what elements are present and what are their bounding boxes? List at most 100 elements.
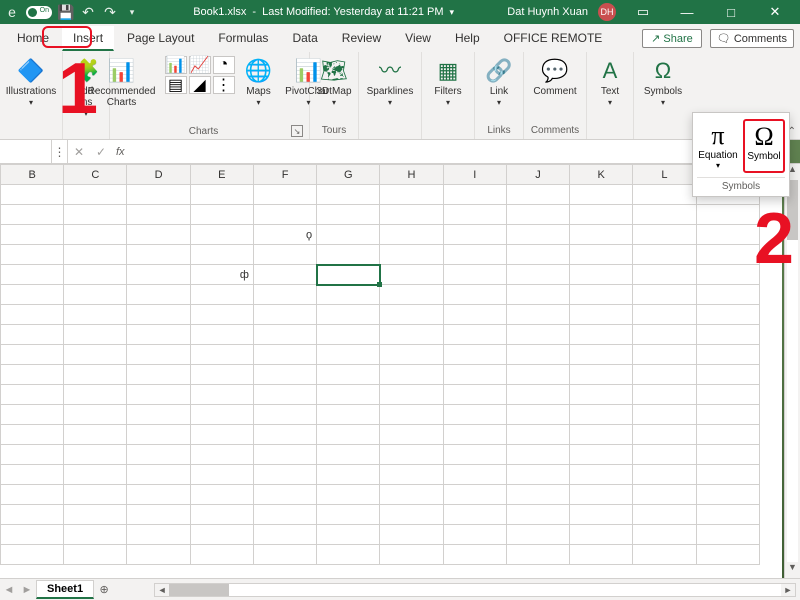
cell-I14[interactable] — [443, 445, 506, 465]
cell-L17[interactable] — [633, 505, 696, 525]
cell-D9[interactable] — [127, 345, 190, 365]
cell-E2[interactable] — [190, 205, 253, 225]
equation-button[interactable]: π Equation▾ — [697, 119, 739, 173]
cell-K15[interactable] — [570, 465, 633, 485]
cell-K10[interactable] — [570, 365, 633, 385]
cell-K7[interactable] — [570, 305, 633, 325]
cell-I7[interactable] — [443, 305, 506, 325]
cell-L5[interactable] — [633, 265, 696, 285]
cell-K5[interactable] — [570, 265, 633, 285]
cell-D11[interactable] — [127, 385, 190, 405]
cell-D3[interactable] — [127, 225, 190, 245]
cell-M13[interactable] — [696, 425, 759, 445]
qat-dropdown-icon[interactable]: ▾ — [124, 4, 140, 20]
cell-I4[interactable] — [443, 245, 506, 265]
cell-H15[interactable] — [380, 465, 443, 485]
cell-M5[interactable] — [696, 265, 759, 285]
cell-L11[interactable] — [633, 385, 696, 405]
scroll-right-icon[interactable]: ► — [781, 584, 795, 596]
cell-C16[interactable] — [64, 485, 127, 505]
cell-E17[interactable] — [190, 505, 253, 525]
cell-H12[interactable] — [380, 405, 443, 425]
3d-map-button[interactable]: 🗺 3D Map▾ — [316, 56, 352, 108]
sheet-tab-1[interactable]: Sheet1 — [36, 580, 94, 599]
cell-G19[interactable] — [317, 545, 380, 565]
save-icon[interactable]: 💾 — [58, 4, 74, 20]
cell-J15[interactable] — [506, 465, 569, 485]
bar-chart-icon[interactable]: ▤ — [165, 76, 187, 94]
cell-L14[interactable] — [633, 445, 696, 465]
maps-button[interactable]: 🌐 Maps▾ — [241, 56, 277, 108]
cell-F13[interactable] — [253, 425, 316, 445]
line-chart-icon[interactable]: 📈 — [189, 56, 211, 74]
tab-review[interactable]: Review — [331, 26, 392, 50]
cell-F11[interactable] — [253, 385, 316, 405]
cell-D6[interactable] — [127, 285, 190, 305]
cell-M18[interactable] — [696, 525, 759, 545]
cell-B1[interactable] — [1, 185, 64, 205]
cell-D15[interactable] — [127, 465, 190, 485]
cell-L1[interactable] — [633, 185, 696, 205]
cell-H16[interactable] — [380, 485, 443, 505]
cell-M7[interactable] — [696, 305, 759, 325]
cell-B14[interactable] — [1, 445, 64, 465]
cell-B16[interactable] — [1, 485, 64, 505]
cell-C18[interactable] — [64, 525, 127, 545]
autosave-toggle[interactable]: On — [26, 6, 52, 19]
cell-L7[interactable] — [633, 305, 696, 325]
cell-G2[interactable] — [317, 205, 380, 225]
share-button[interactable]: Share — [642, 29, 702, 48]
cell-G10[interactable] — [317, 365, 380, 385]
cell-G12[interactable] — [317, 405, 380, 425]
cell-C2[interactable] — [64, 205, 127, 225]
cell-E1[interactable] — [190, 185, 253, 205]
cell-K4[interactable] — [570, 245, 633, 265]
cell-E9[interactable] — [190, 345, 253, 365]
column-header[interactable]: E — [190, 165, 253, 185]
cell-D18[interactable] — [127, 525, 190, 545]
cell-J18[interactable] — [506, 525, 569, 545]
cell-C3[interactable] — [64, 225, 127, 245]
cell-C12[interactable] — [64, 405, 127, 425]
cell-M17[interactable] — [696, 505, 759, 525]
cell-M8[interactable] — [696, 325, 759, 345]
cell-D16[interactable] — [127, 485, 190, 505]
cell-C19[interactable] — [64, 545, 127, 565]
column-header[interactable]: L — [633, 165, 696, 185]
cell-M4[interactable] — [696, 245, 759, 265]
column-header[interactable]: D — [127, 165, 190, 185]
cell-I1[interactable] — [443, 185, 506, 205]
tab-insert[interactable]: Insert — [62, 26, 114, 51]
cell-H3[interactable] — [380, 225, 443, 245]
cell-B2[interactable] — [1, 205, 64, 225]
column-header[interactable]: B — [1, 165, 64, 185]
symbols-button[interactable]: Ω Symbols▾ — [640, 56, 686, 108]
scroll-left-icon[interactable]: ◄ — [155, 584, 169, 596]
cell-B17[interactable] — [1, 505, 64, 525]
cell-C14[interactable] — [64, 445, 127, 465]
cell-L16[interactable] — [633, 485, 696, 505]
symbol-button[interactable]: Ω Symbol — [743, 119, 785, 173]
cell-J12[interactable] — [506, 405, 569, 425]
cell-B12[interactable] — [1, 405, 64, 425]
cell-I10[interactable] — [443, 365, 506, 385]
cell-E8[interactable] — [190, 325, 253, 345]
cell-J6[interactable] — [506, 285, 569, 305]
cell-E14[interactable] — [190, 445, 253, 465]
cell-G6[interactable] — [317, 285, 380, 305]
cell-G8[interactable] — [317, 325, 380, 345]
cell-J7[interactable] — [506, 305, 569, 325]
cell-C15[interactable] — [64, 465, 127, 485]
cell-I6[interactable] — [443, 285, 506, 305]
grid[interactable]: BCDEFGHIJKLMϙф — [0, 164, 760, 565]
cell-B3[interactable] — [1, 225, 64, 245]
filters-button[interactable]: ▦ Filters▾ — [428, 56, 468, 108]
text-button[interactable]: A Text▾ — [593, 56, 627, 108]
vertical-scrollbar[interactable]: ▲ ▼ — [784, 164, 800, 578]
cell-F3[interactable]: ϙ — [253, 225, 316, 245]
cell-M12[interactable] — [696, 405, 759, 425]
cell-L10[interactable] — [633, 365, 696, 385]
name-box-dropdown-icon[interactable]: ⋮ — [52, 140, 68, 163]
comments-button[interactable]: Comments — [710, 29, 794, 48]
cell-J5[interactable] — [506, 265, 569, 285]
